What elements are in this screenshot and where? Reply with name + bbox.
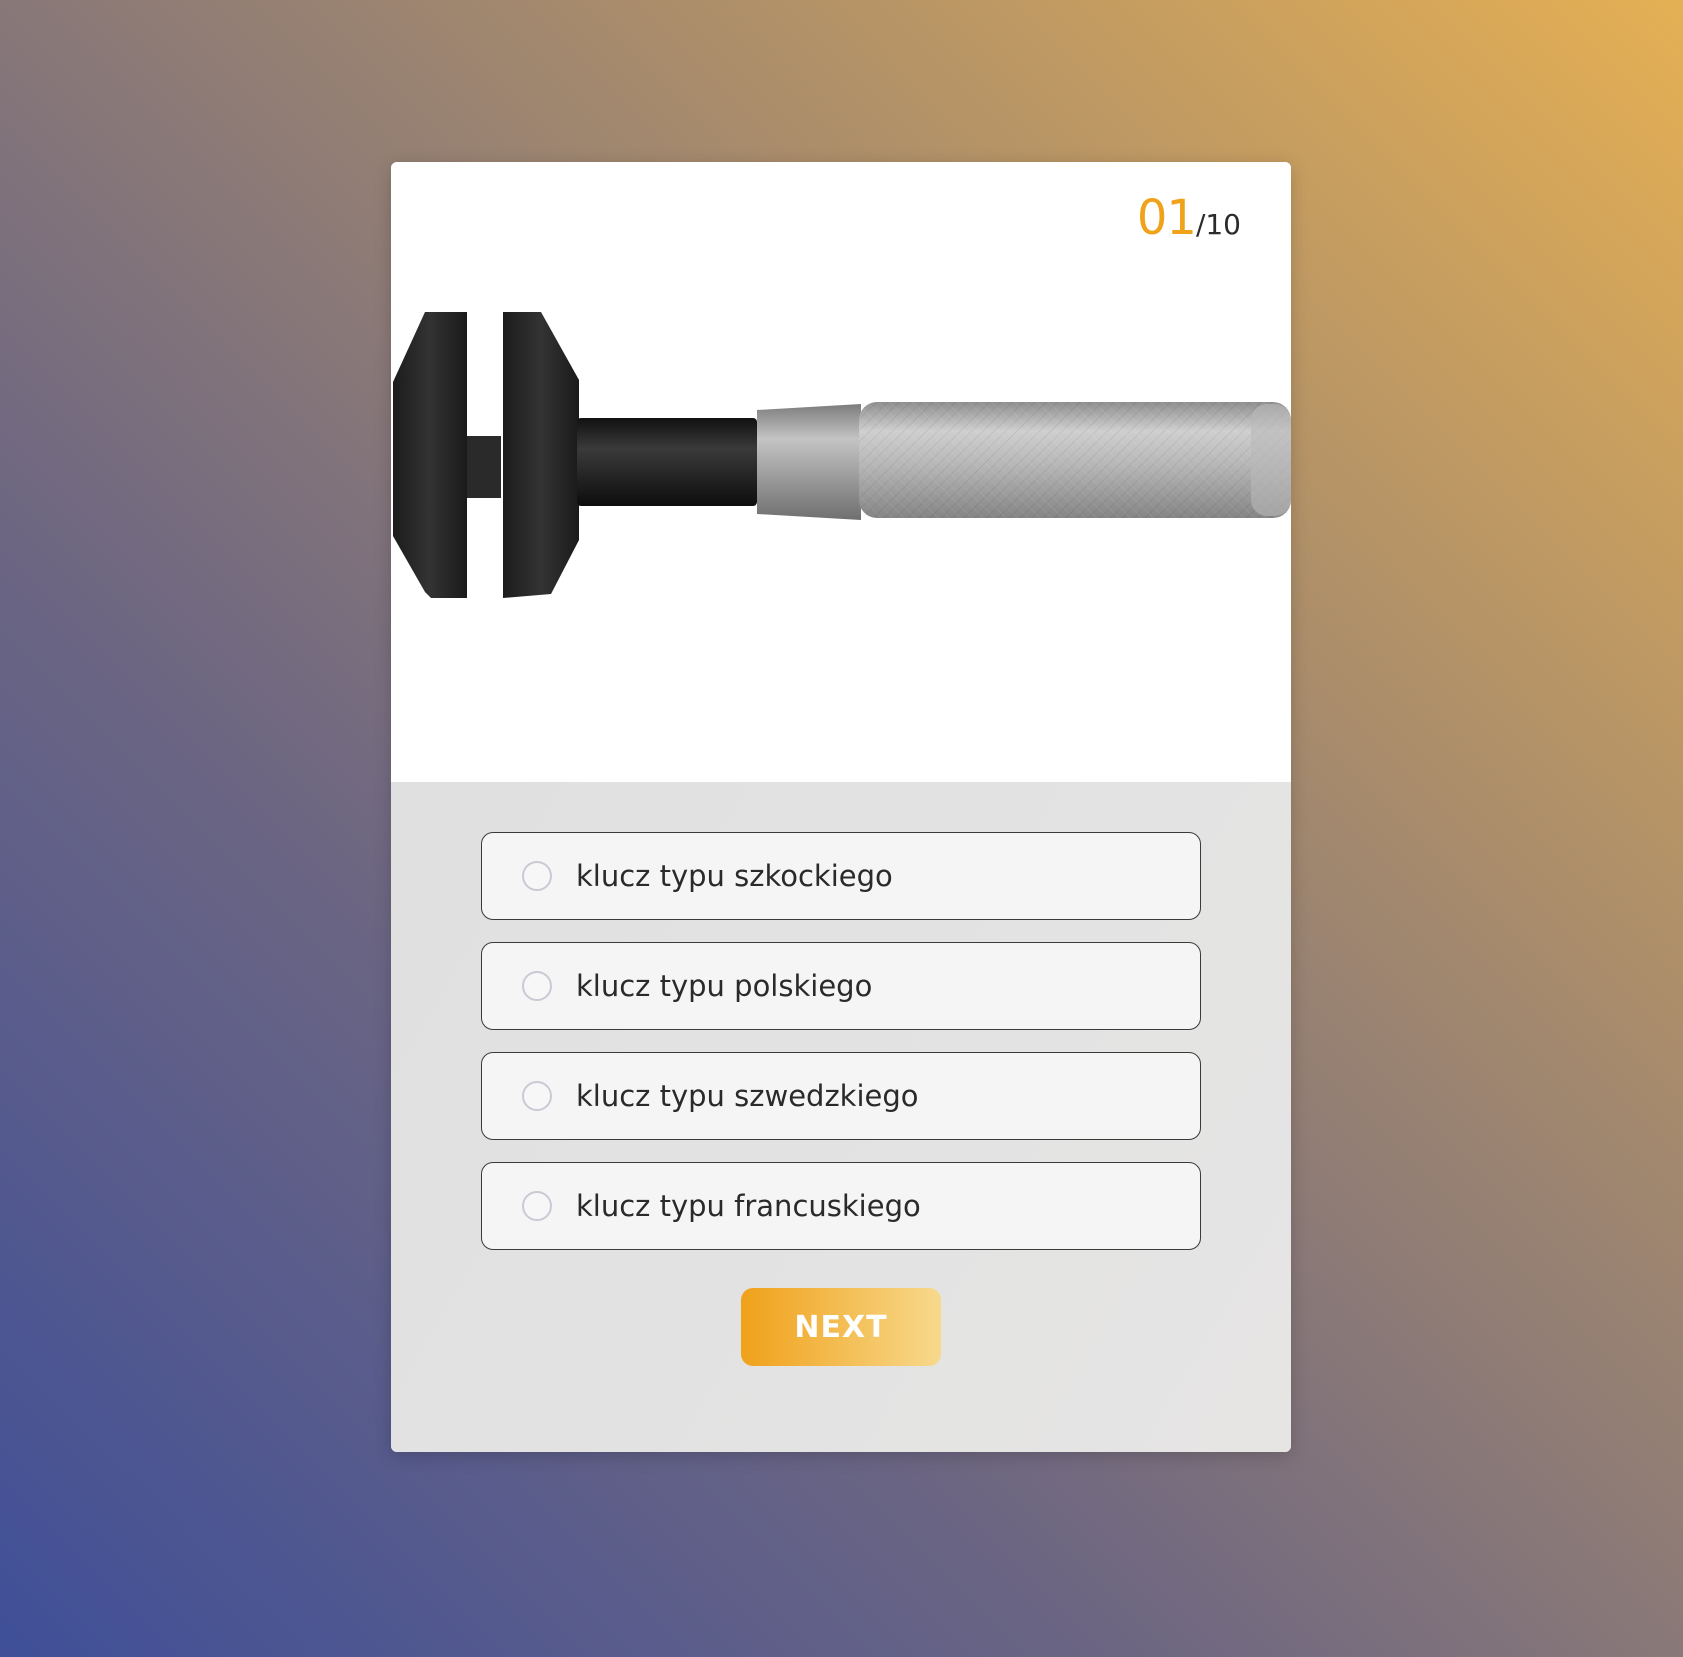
- answer-option-2[interactable]: klucz typu polskiego: [481, 942, 1201, 1030]
- radio-icon[interactable]: [522, 1081, 552, 1111]
- question-image-area: 01 /10: [391, 162, 1291, 782]
- radio-icon[interactable]: [522, 971, 552, 1001]
- answer-option-label: klucz typu polskiego: [576, 969, 873, 1003]
- answer-option-3[interactable]: klucz typu szwedzkiego: [481, 1052, 1201, 1140]
- quiz-card: 01 /10 klucz typu szkockiego klucz typu …: [391, 162, 1291, 1452]
- answers-area: klucz typu szkockiego klucz typu polskie…: [391, 782, 1291, 1452]
- counter-current: 01: [1136, 190, 1197, 246]
- answer-option-label: klucz typu szwedzkiego: [576, 1079, 919, 1113]
- answer-option-1[interactable]: klucz typu szkockiego: [481, 832, 1201, 920]
- answer-option-label: klucz typu francuskiego: [576, 1189, 921, 1223]
- wrench-image: [393, 312, 1291, 598]
- question-counter: 01 /10: [1137, 190, 1241, 246]
- next-button[interactable]: NEXT: [741, 1288, 941, 1366]
- radio-icon[interactable]: [522, 861, 552, 891]
- counter-total: /10: [1195, 208, 1241, 241]
- answer-options: klucz typu szkockiego klucz typu polskie…: [481, 832, 1201, 1272]
- answer-option-4[interactable]: klucz typu francuskiego: [481, 1162, 1201, 1250]
- answer-option-label: klucz typu szkockiego: [576, 859, 893, 893]
- radio-icon[interactable]: [522, 1191, 552, 1221]
